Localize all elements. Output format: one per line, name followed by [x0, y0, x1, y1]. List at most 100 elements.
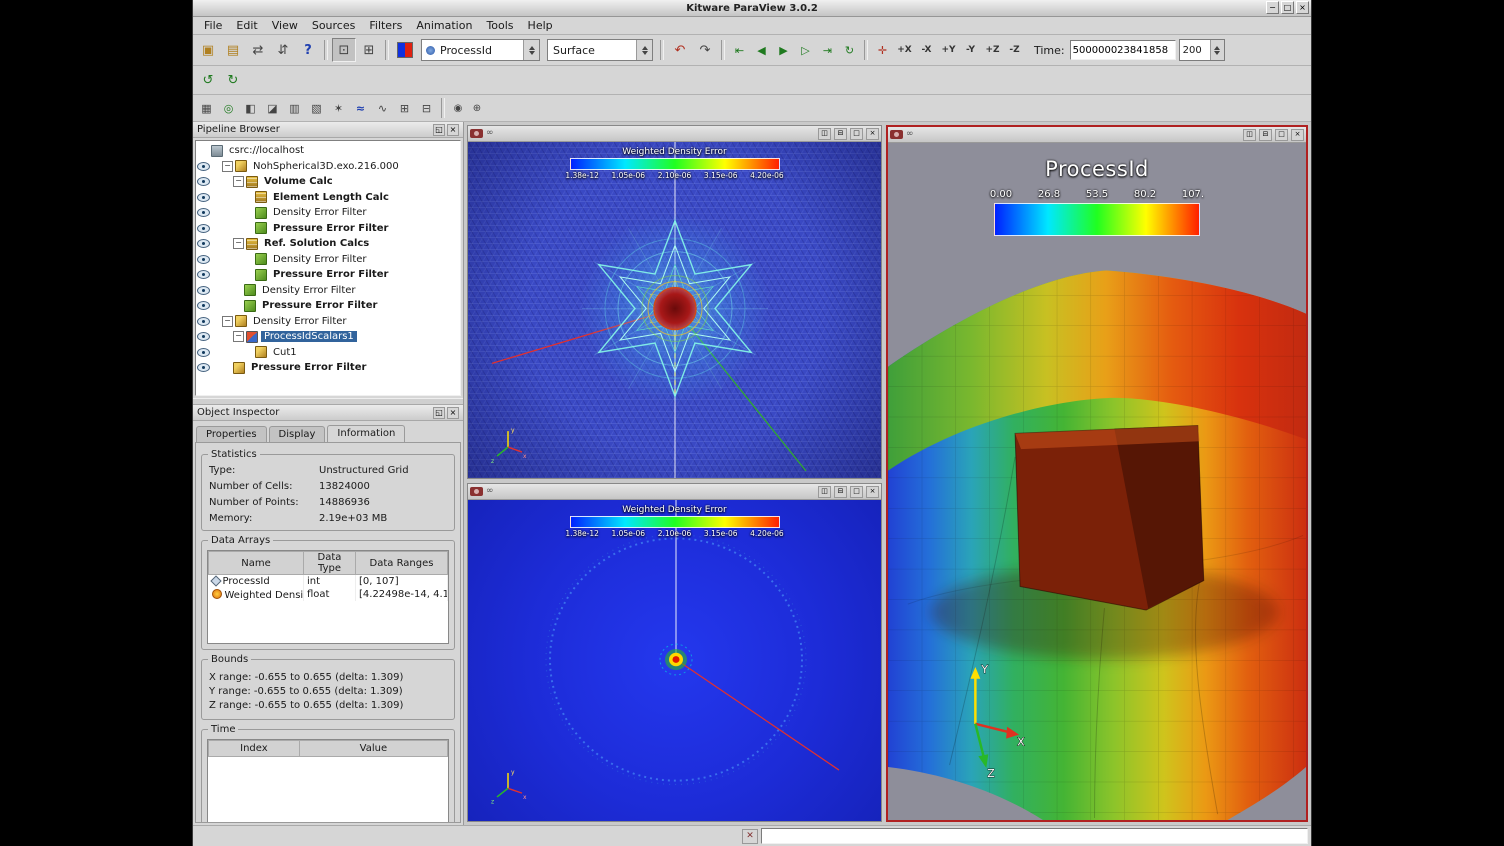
maximize-view-button[interactable]: □ [850, 486, 863, 498]
extract-subset-filter-button[interactable]: ▧ [306, 98, 327, 119]
custom-filter-button[interactable]: ◉ [449, 99, 467, 117]
close-dock-button[interactable]: × [447, 124, 459, 136]
pipeline-item[interactable]: Pressure Error Filter [196, 267, 460, 283]
menu-file[interactable]: File [197, 18, 229, 33]
camera-icon[interactable] [470, 129, 483, 138]
time-value-field[interactable] [1070, 40, 1176, 60]
pipeline-item[interactable]: Density Error Filter [196, 205, 460, 221]
close-view-button[interactable]: × [866, 128, 879, 140]
last-frame-button[interactable]: ⇥ [817, 40, 838, 61]
camera-icon[interactable] [470, 487, 483, 496]
pipeline-item[interactable]: − Volume Calc [196, 174, 460, 190]
split-vertical-button[interactable]: ⊟ [1259, 129, 1272, 141]
macro-toolbar-button[interactable]: ⊕ [468, 99, 486, 117]
column-header[interactable]: Data Type [304, 552, 356, 575]
maximize-view-button[interactable]: □ [1275, 129, 1288, 141]
close-dock-button[interactable]: × [447, 407, 459, 419]
auto-accept-button[interactable]: ↻ [221, 68, 245, 92]
split-vertical-button[interactable]: ⊟ [834, 486, 847, 498]
data-arrays-table[interactable]: Name Data Type Data Ranges ProcessId int… [207, 550, 449, 644]
view-plus-x-button[interactable]: +X [894, 40, 915, 61]
visibility-eye-icon[interactable] [197, 193, 210, 202]
view-minus-y-button[interactable]: -Y [960, 40, 981, 61]
close-button[interactable]: × [1296, 1, 1309, 14]
spin-arrows-icon[interactable] [1210, 40, 1224, 60]
visibility-eye-icon[interactable] [197, 224, 210, 233]
close-view-button[interactable]: × [866, 486, 879, 498]
representation-combo[interactable]: Surface [547, 39, 653, 61]
first-frame-button[interactable]: ⇤ [729, 40, 750, 61]
scalar-bar[interactable]: ProcessId 0.00 26.8 53.5 80.2 107. [994, 157, 1200, 236]
open-data-button[interactable]: ▣ [196, 38, 220, 62]
column-header[interactable]: Name [209, 552, 304, 575]
pipeline-item[interactable]: Cut1 [196, 345, 460, 361]
contour-filter-button[interactable]: ◎ [218, 98, 239, 119]
close-view-button[interactable]: × [1291, 129, 1304, 141]
tab-information[interactable]: Information [327, 425, 405, 442]
pipeline-item[interactable]: Pressure Error Filter [196, 221, 460, 237]
collapse-icon[interactable]: − [233, 331, 244, 342]
save-data-button[interactable]: ▤ [221, 38, 245, 62]
stream-tracer-filter-button[interactable]: ≈ [350, 98, 371, 119]
link-icon[interactable]: ∞ [486, 129, 494, 138]
previous-frame-button[interactable]: ◀ [751, 40, 772, 61]
menu-sources[interactable]: Sources [305, 18, 363, 33]
visibility-eye-icon[interactable] [197, 177, 210, 186]
visibility-eye-icon[interactable] [197, 317, 210, 326]
connect-server-button[interactable]: ⇄ [246, 38, 270, 62]
column-header[interactable]: Value [299, 741, 447, 757]
pipeline-item[interactable]: − Ref. Solution Calcs [196, 236, 460, 252]
menu-animation[interactable]: Animation [409, 18, 479, 33]
split-horizontal-button[interactable]: ◫ [818, 486, 831, 498]
visibility-eye-icon[interactable] [197, 286, 210, 295]
disconnect-server-button[interactable]: ⇵ [271, 38, 295, 62]
pipeline-browser-header[interactable]: Pipeline Browser ◱ × [193, 122, 463, 138]
play-button[interactable]: ▶ [773, 40, 794, 61]
scalar-bar[interactable]: Weighted Density Error 1.38e-12 1.05e-06… [570, 147, 780, 180]
undo-button[interactable]: ↶ [668, 38, 692, 62]
link-icon[interactable]: ∞ [486, 487, 494, 496]
clip-filter-button[interactable]: ◧ [240, 98, 261, 119]
render-canvas-bottom[interactable]: y x z Weighted Density Error 1.38e-12 1.… [468, 500, 881, 821]
pipeline-item[interactable]: Element Length Calc [196, 190, 460, 206]
render-canvas-right[interactable]: Y X Z ProcessId 0.00 26.8 53.5 80.2 107. [888, 143, 1306, 820]
float-dock-button[interactable]: ◱ [433, 124, 445, 136]
auto-apply-button[interactable]: ↺ [196, 68, 220, 92]
collapse-icon[interactable]: − [233, 238, 244, 249]
pipeline-item[interactable]: Pressure Error Filter [196, 360, 460, 376]
help-button[interactable]: ? [296, 38, 320, 62]
maximize-view-button[interactable]: □ [850, 128, 863, 140]
view-plus-z-button[interactable]: +Z [982, 40, 1003, 61]
link-icon[interactable]: ∞ [906, 130, 914, 139]
collapse-icon[interactable]: − [222, 161, 233, 172]
pipeline-item[interactable]: − NohSpherical3D.exo.216.000 [196, 159, 460, 175]
view-minus-z-button[interactable]: -Z [1004, 40, 1025, 61]
menu-edit[interactable]: Edit [229, 18, 264, 33]
float-dock-button[interactable]: ◱ [433, 407, 445, 419]
glyph-filter-button[interactable]: ✶ [328, 98, 349, 119]
table-row[interactable]: ProcessId int [0, 107] [209, 575, 448, 589]
column-header[interactable]: Data Ranges [356, 552, 448, 575]
view-minus-x-button[interactable]: -X [916, 40, 937, 61]
threshold-filter-button[interactable]: ▥ [284, 98, 305, 119]
menu-tools[interactable]: Tools [479, 18, 520, 33]
group-datasets-filter-button[interactable]: ⊞ [394, 98, 415, 119]
maximize-button[interactable]: □ [1281, 1, 1294, 14]
split-vertical-button[interactable]: ⊟ [834, 128, 847, 140]
color-by-combo[interactable]: ProcessId [421, 39, 540, 61]
select-points-button[interactable]: ⊞ [357, 38, 381, 62]
visibility-eye-icon[interactable] [197, 255, 210, 264]
edit-color-map-button[interactable] [393, 38, 417, 62]
panel-splitter[interactable] [193, 398, 463, 405]
next-frame-button[interactable]: ▷ [795, 40, 816, 61]
menu-view[interactable]: View [265, 18, 305, 33]
reset-camera-button[interactable]: ✛ [872, 40, 893, 61]
combo-arrows-icon[interactable] [523, 40, 539, 60]
pipeline-item[interactable]: Density Error Filter [196, 252, 460, 268]
visibility-eye-icon[interactable] [197, 162, 210, 171]
tab-display[interactable]: Display [269, 426, 326, 442]
pipeline-item[interactable]: csrc://localhost [196, 143, 460, 159]
menu-filters[interactable]: Filters [362, 18, 409, 33]
cancel-progress-button[interactable]: ✕ [742, 829, 758, 844]
visibility-eye-icon[interactable] [197, 239, 210, 248]
